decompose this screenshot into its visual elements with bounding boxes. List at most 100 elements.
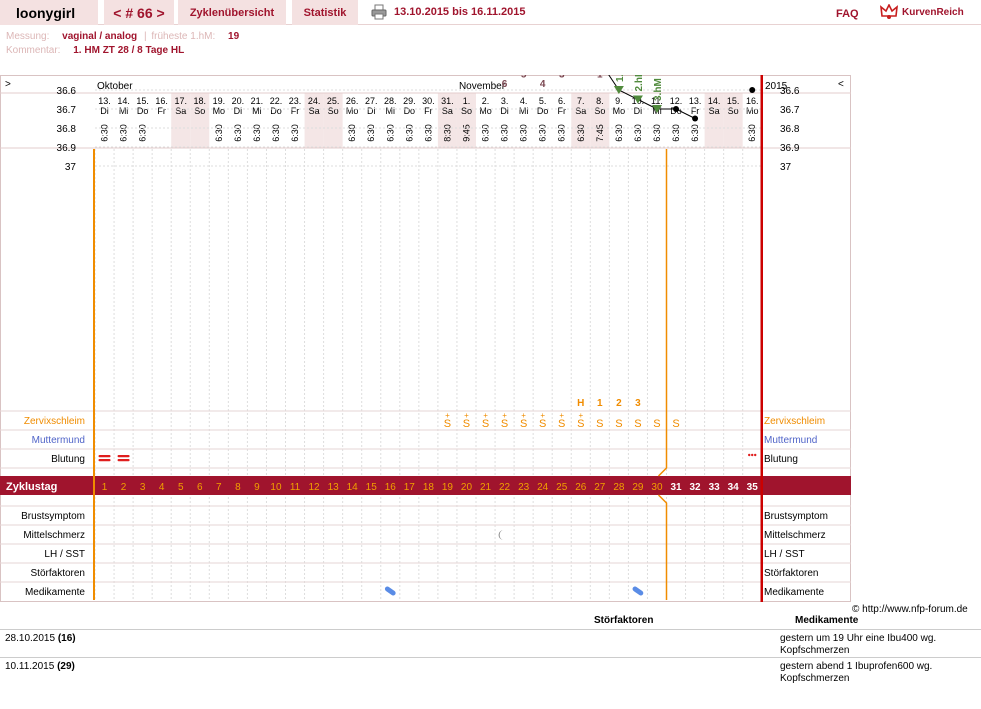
nav-next-icon: <	[838, 79, 844, 90]
kurvenreich-logo[interactable]: KurvenReich	[880, 2, 980, 22]
time-label: 6:30	[233, 124, 243, 142]
date-label: 16.	[155, 96, 168, 106]
date-range: 13.10.2015 bis 16.11.2015	[394, 6, 526, 18]
printer-icon[interactable]	[371, 4, 387, 20]
mucus-peak-label: 1	[597, 398, 603, 409]
time-label: 6:30	[481, 124, 491, 142]
tab-statistics[interactable]: Statistik	[292, 0, 358, 25]
row-label-right-cervix: Muttermund	[764, 435, 817, 446]
time-label: 6:30	[214, 124, 224, 142]
cycle-navigator[interactable]: < # 66 >	[104, 0, 174, 25]
row-label-right-bleeding: Blutung	[764, 454, 798, 465]
cycle-day: 34	[728, 482, 740, 493]
mucus-peak-label: 2	[616, 398, 622, 409]
time-label: 6:30	[271, 124, 281, 142]
weekday-label: Mo	[479, 106, 492, 116]
date-label: 2.	[482, 96, 490, 106]
comment-line: Kommentar: 1. HM ZT 28 / 8 Tage HL	[6, 45, 184, 56]
weekday-label: Mo	[613, 106, 626, 116]
time-label: 6:30	[671, 124, 681, 142]
time-label: 6:30	[347, 124, 357, 142]
date-label: 25.	[327, 96, 340, 106]
time-label: 6:30	[576, 124, 586, 142]
time-label: 6:30	[252, 124, 262, 142]
weekday-label: Di	[367, 106, 376, 116]
date-label: 14.	[117, 96, 130, 106]
spotting-marker	[748, 453, 751, 457]
comment-label: Kommentar:	[6, 45, 61, 56]
row-label-cycle: Zyklustag	[6, 481, 57, 493]
y-tick-right: 36.8	[780, 124, 800, 135]
cycle-day: 18	[423, 482, 435, 493]
y-tick-left: 36.9	[57, 143, 77, 154]
row-label-right-disturb: Störfaktoren	[764, 568, 818, 579]
cycle-day: 26	[575, 482, 587, 493]
cycle-day: 24	[537, 482, 549, 493]
faq-link[interactable]: FAQ	[836, 8, 859, 20]
weekday-label: Fr	[557, 106, 566, 116]
temperature-point	[692, 115, 699, 122]
weekday-label: Di	[634, 106, 643, 116]
cycle-day: 29	[632, 482, 644, 493]
logo-text: KurvenReich	[902, 6, 964, 18]
time-label: 6:30	[119, 124, 129, 142]
tab-cycle-overview[interactable]: Zyklenübersicht	[178, 0, 286, 25]
cycle-day: 9	[254, 482, 260, 493]
weekday-label: Sa	[309, 106, 320, 116]
date-label: 16.	[746, 96, 759, 106]
measurement-line: Messung: vaginal / analog | früheste 1.h…	[6, 31, 239, 42]
mucus-symbol: S	[634, 418, 641, 430]
row-date-text: 28.10.2015	[5, 633, 56, 644]
row-label-right-breast: Brustsymptom	[764, 511, 828, 522]
username-tab[interactable]: loonygirl	[0, 0, 98, 25]
weekday-label: Di	[100, 106, 109, 116]
low-count-number: 1	[597, 75, 603, 81]
weekday-label: Mi	[119, 106, 129, 116]
mucus-symbol: S	[653, 418, 660, 430]
y-tick-left: 37	[65, 162, 77, 173]
row-label-disturb: Störfaktoren	[31, 568, 85, 579]
time-label: 6:30	[500, 124, 510, 142]
row-label-lh: LH / SST	[44, 549, 85, 560]
weekday-label: Do	[270, 106, 282, 116]
measurement-label: Messung:	[6, 31, 50, 42]
low-count-number: 4	[540, 79, 546, 90]
cover-line-label: HL	[41, 75, 53, 77]
time-label: 6:30	[366, 124, 376, 142]
cycle-day: 21	[480, 482, 492, 493]
row-label-right-meds: Medikamente	[764, 587, 824, 598]
mucus-symbol: S	[463, 418, 470, 430]
date-label: 18.	[194, 96, 207, 106]
cycle-chart-svg: > <Oktober November 201513.Di6:3014.Mi6:301…	[0, 0, 851, 602]
y-tick-left: 36.8	[57, 124, 77, 135]
row-date-text: 10.11.2015	[5, 661, 55, 672]
row-label-midpain: Mittelschmerz	[23, 530, 85, 541]
time-label: 6:30	[100, 124, 110, 142]
y-tick-right: 36.7	[780, 105, 800, 116]
date-label: 31.	[441, 96, 454, 106]
weekday-label: Fr	[691, 106, 700, 116]
date-label: 21.	[251, 96, 264, 106]
cycle-day: 23	[518, 482, 530, 493]
weekday-label: Mo	[746, 106, 759, 116]
crown-icon	[880, 4, 898, 19]
weekday-label: So	[594, 106, 605, 116]
cycle-day: 11	[290, 482, 301, 493]
date-label: 9.	[615, 96, 623, 106]
cycle-day: 15	[366, 482, 378, 493]
time-label: 6:30	[538, 124, 548, 142]
date-label: 3.	[501, 96, 509, 106]
cycle-day: 30	[651, 482, 663, 493]
nav-prev-icon: >	[5, 79, 11, 90]
mucus-symbol: S	[558, 418, 565, 430]
mucus-peak-label: 3	[635, 398, 641, 409]
weekday-label: Sa	[442, 106, 453, 116]
cycle-day: 33	[709, 482, 721, 493]
weekday-label: Sa	[175, 106, 186, 116]
row-label-cervix: Muttermund	[32, 435, 85, 446]
mucus-symbol: S	[539, 418, 546, 430]
date-label: 24.	[308, 96, 321, 106]
row-day: (16)	[57, 633, 76, 644]
date-label: 28.	[384, 96, 397, 106]
date-label: 17.	[174, 96, 187, 106]
